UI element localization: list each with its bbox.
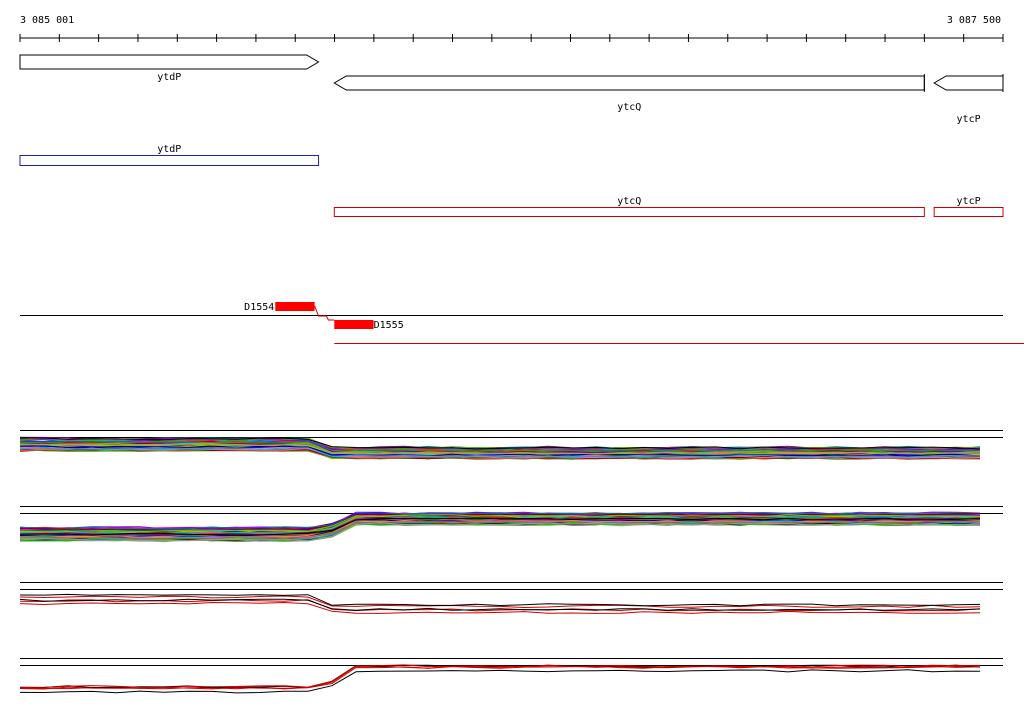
ruler-start-label: 3 085 001 bbox=[20, 15, 74, 26]
transcript-label-ytdP: ytdP bbox=[157, 144, 181, 155]
feature-block-D1555 bbox=[334, 320, 374, 329]
transcript-reverse-ytcP bbox=[933, 207, 1004, 217]
expression-panel-panel3 bbox=[19, 582, 1003, 614]
transcript-label-ytcP: ytcP bbox=[957, 196, 981, 207]
expression-series-line bbox=[19, 665, 981, 690]
expression-series-line bbox=[19, 598, 981, 611]
position-ruler bbox=[19, 34, 1004, 42]
transcript-track: ytdP ytcQ ytcP bbox=[19, 144, 1004, 217]
gene-label-ytcQ: ytcQ bbox=[617, 102, 641, 113]
transcript-reverse-ytcQ bbox=[333, 207, 925, 217]
gene-label-ytdP: ytdP bbox=[157, 72, 181, 83]
gene-label-ytcP: ytcP bbox=[957, 114, 981, 125]
feature-label-D1555: D1555 bbox=[374, 320, 404, 331]
feature-track: D1554 D1555 bbox=[20, 302, 1024, 344]
gene-arrow-ytcQ bbox=[333, 75, 925, 91]
feature-label-D1554: D1554 bbox=[244, 302, 274, 313]
genome-track-canvas: 3 085 001 3 087 500 ytdP ytcQ ytcP ytdP ytc… bbox=[19, 15, 1024, 694]
transcript-label-ytcQ: ytcQ bbox=[617, 196, 641, 207]
expression-panel-panel4 bbox=[19, 658, 1003, 694]
expression-panel-panel1 bbox=[19, 430, 1003, 460]
expression-series-line bbox=[19, 669, 981, 694]
gene-arrow-ytcP bbox=[933, 75, 1004, 91]
expression-panels bbox=[19, 430, 1003, 694]
gene-arrow-ytdP bbox=[19, 54, 320, 70]
expression-series-line bbox=[19, 665, 981, 690]
expression-panel-panel2 bbox=[19, 506, 1003, 543]
transcript-forward-ytdP bbox=[19, 155, 320, 166]
genome-browser-view: 3 085 001 3 087 500 ytdP ytcQ ytcP ytdP ytc… bbox=[0, 0, 1024, 714]
expression-series-line bbox=[19, 601, 981, 614]
feature-block-D1554 bbox=[275, 302, 315, 311]
feature-connector bbox=[314, 305, 335, 321]
ruler-end-label: 3 087 500 bbox=[947, 15, 1001, 26]
gene-track: ytdP ytcQ ytcP bbox=[19, 54, 1004, 125]
